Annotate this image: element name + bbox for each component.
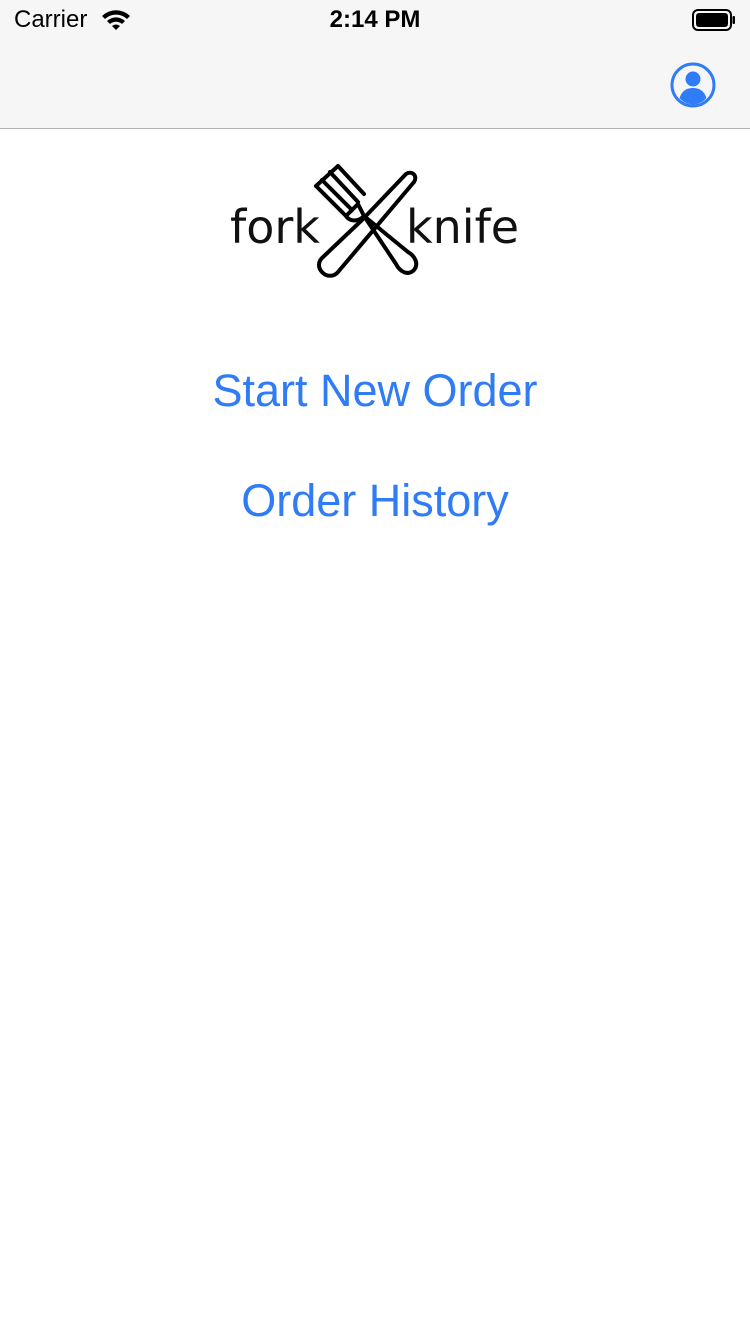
start-new-order-button[interactable]: Start New Order (0, 368, 750, 413)
logo-word-knife: knife (406, 200, 520, 254)
app-logo: fork knife (228, 160, 524, 284)
order-history-button[interactable]: Order History (0, 478, 750, 523)
profile-icon[interactable] (670, 62, 716, 108)
battery-icon (692, 9, 735, 31)
status-bar: Carrier 2:14 PM (0, 0, 750, 40)
status-time: 2:14 PM (329, 6, 421, 33)
navigation-bar (0, 40, 750, 129)
